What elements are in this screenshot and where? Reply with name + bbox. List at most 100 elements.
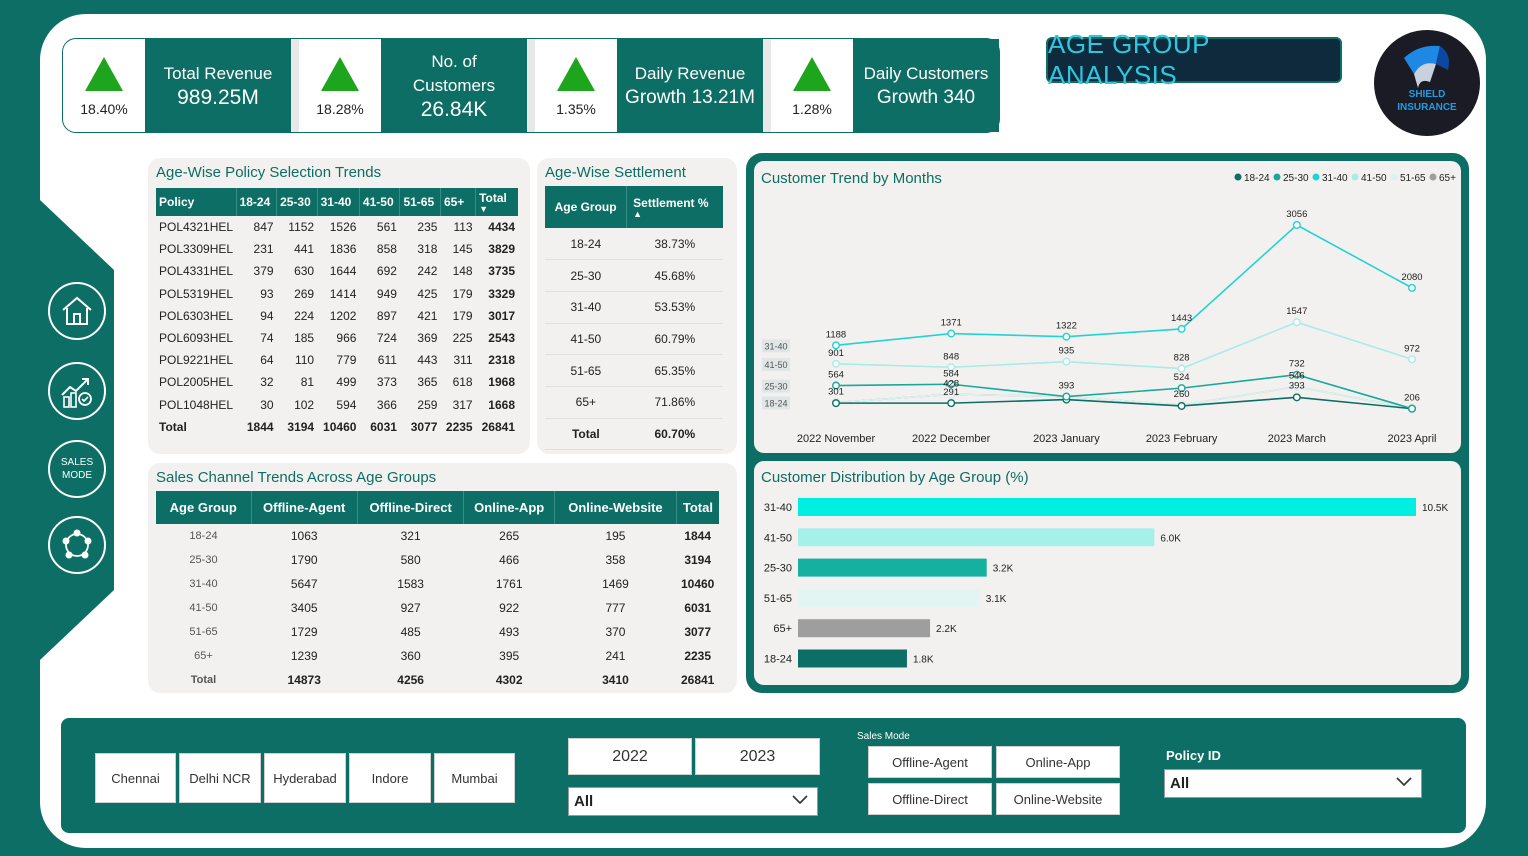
col-header-settlement[interactable]: Settlement % ▲	[626, 186, 723, 228]
year-2023-button[interactable]: 2023	[695, 738, 820, 775]
data-point	[1177, 364, 1186, 373]
table-row[interactable]: POL4321HEL 847 1152 1526 561 235 113 4434	[156, 216, 518, 238]
bar-31-40	[798, 498, 1416, 516]
nav-label: MODE	[62, 470, 92, 481]
col-header[interactable]: 18-24	[236, 188, 278, 216]
table-cell: 1063	[290, 529, 318, 543]
table-cell: 25-30	[545, 259, 627, 292]
col-header[interactable]: Online-App	[463, 491, 556, 524]
kpi-change: 1.28%	[792, 101, 832, 117]
city-filter-hyderabad[interactable]: Hyderabad	[264, 753, 346, 803]
table-cell: 1729	[290, 625, 318, 639]
table-row[interactable]: 41-50 3405 927 922 777 6031	[156, 596, 719, 620]
table-cell: 630	[294, 264, 315, 279]
table-row[interactable]: 18-24 38.73%	[545, 228, 723, 261]
analytics-nav-button[interactable]	[48, 362, 106, 420]
col-header[interactable]: Offline-Agent	[251, 491, 358, 524]
table-cell: 74	[260, 331, 274, 346]
city-filter-mumbai[interactable]: Mumbai	[434, 753, 515, 803]
home-nav-button[interactable]	[48, 282, 106, 340]
table-cell: 1844	[246, 419, 274, 434]
col-header[interactable]: Online-Website	[554, 491, 677, 524]
bar-41-50	[798, 528, 1155, 547]
data-label: 291	[943, 387, 959, 398]
table-row[interactable]: 18-24 1063 321 265 195 1844	[156, 524, 719, 548]
sales-mode-offline-direct[interactable]: Offline-Direct	[868, 783, 992, 815]
kpi-label: No. of	[431, 51, 477, 71]
table-cell: 102	[294, 397, 315, 412]
kpi-value: 989.25M	[177, 85, 259, 109]
sales-mode-offline-agent[interactable]: Offline-Agent	[868, 746, 992, 778]
table-cell: POL9221HEL	[159, 353, 234, 368]
table-row[interactable]: POL6303HEL 94 224 1202 897 421 179 3017	[156, 305, 518, 327]
table-row[interactable]: 31-40 5647 1583 1761 1469 10460	[156, 572, 719, 596]
settlement-table: Age Group Settlement % ▲ 18-24 38.73% 25-30…	[545, 186, 723, 451]
col-header[interactable]: 51-65	[399, 188, 441, 216]
col-header-total[interactable]: Total ▼	[475, 188, 518, 216]
table-row[interactable]: POL6093HEL 74 185 966 724 369 225 2543	[156, 327, 518, 349]
table-cell: 30	[260, 397, 274, 412]
kpi-customers: 18.28% No. of Customers 26.84K	[299, 39, 527, 132]
table-row[interactable]: 25-30 1790 580 466 358 3194	[156, 548, 719, 572]
col-header[interactable]: Total	[676, 491, 719, 524]
col-header[interactable]: 65+	[440, 188, 477, 216]
table-cell: 60.79%	[626, 323, 723, 356]
table-row[interactable]: POL1048HEL 30 102 594 366 259 317 1668	[156, 394, 518, 416]
table-row[interactable]: 51-65 1729 485 493 370 3077	[156, 620, 719, 644]
year-dropdown[interactable]: All	[568, 787, 818, 816]
kpi-card: Daily Customers Growth 340	[853, 39, 999, 132]
table-row[interactable]: 41-50 60.79%	[545, 323, 723, 356]
table-row[interactable]: 51-65 65.35%	[545, 354, 723, 387]
table-cell: 25-30	[189, 554, 218, 566]
sales-mode-online-app[interactable]: Online-App	[996, 746, 1120, 778]
table-cell: 321	[400, 529, 421, 543]
data-label: 732	[1289, 359, 1305, 370]
sidebar: SALES MODE	[40, 200, 114, 660]
table-cell: 611	[377, 353, 397, 368]
policy-id-dropdown[interactable]: All	[1164, 769, 1422, 798]
team-nav-button[interactable]	[48, 516, 106, 574]
table-row[interactable]: 31-40 53.53%	[545, 291, 723, 324]
city-filter-chennai[interactable]: Chennai	[95, 753, 176, 803]
table-row[interactable]: POL5319HEL 93 269 1414 949 425 179 3329	[156, 283, 518, 305]
col-header[interactable]: 31-40	[317, 188, 360, 216]
table-cell: 6031	[370, 419, 397, 434]
year-2022-button[interactable]: 2022	[568, 738, 692, 775]
col-header[interactable]: 41-50	[359, 188, 401, 216]
sales-mode-nav-button[interactable]: SALES MODE	[48, 440, 106, 498]
col-header[interactable]: Age Group	[156, 491, 252, 524]
table-cell: 231	[253, 242, 274, 257]
table-cell: 360	[400, 649, 421, 663]
table-cell: Total	[545, 417, 627, 451]
data-point	[1062, 392, 1071, 401]
city-filter-delhi-ncr[interactable]: Delhi NCR	[179, 753, 261, 803]
table-row[interactable]: 65+ 1239 360 395 241 2235	[156, 644, 719, 668]
table-cell: 148	[452, 264, 473, 279]
data-label: 935	[1058, 346, 1074, 357]
table-row[interactable]: 25-30 45.68%	[545, 259, 723, 292]
x-tick-label: 2023 January	[1033, 433, 1100, 445]
x-tick-label: 2022 December	[912, 433, 991, 445]
data-label: 901	[828, 348, 844, 359]
table-cell: 3194	[287, 419, 315, 434]
table-header-row: Policy 18-24 25-30 31-40 41-50 51-65 65+…	[156, 188, 518, 216]
col-header[interactable]: Age Group	[545, 186, 628, 228]
table-cell: 225	[452, 331, 473, 346]
table-row[interactable]: POL9221HEL 64 110 779 611 443 311 2318	[156, 349, 518, 371]
city-filter-indore[interactable]: Indore	[349, 753, 431, 803]
table-cell: 224	[294, 308, 315, 323]
table-row[interactable]: POL3309HEL 231 441 1836 858 318 145 3829	[156, 238, 518, 260]
table-row[interactable]: POL2005HEL 32 81 499 373 365 618 1968	[156, 371, 518, 393]
data-point	[1408, 355, 1417, 364]
nav-label: SALES	[60, 457, 94, 468]
kpi-card: Daily Revenue Growth 13.21M	[617, 39, 763, 132]
data-point	[1292, 221, 1301, 230]
table-cell: 10460	[680, 577, 715, 591]
table-row[interactable]: 65+ 71.86%	[545, 386, 723, 419]
col-header[interactable]: 25-30	[276, 188, 318, 216]
col-header[interactable]: Offline-Direct	[357, 491, 465, 524]
sales-mode-online-website[interactable]: Online-Website	[996, 783, 1120, 815]
col-header[interactable]: Policy	[156, 188, 237, 216]
table-cell: 858	[376, 242, 397, 257]
table-row[interactable]: POL4331HEL 379 630 1644 692 242 148 3735	[156, 260, 518, 282]
